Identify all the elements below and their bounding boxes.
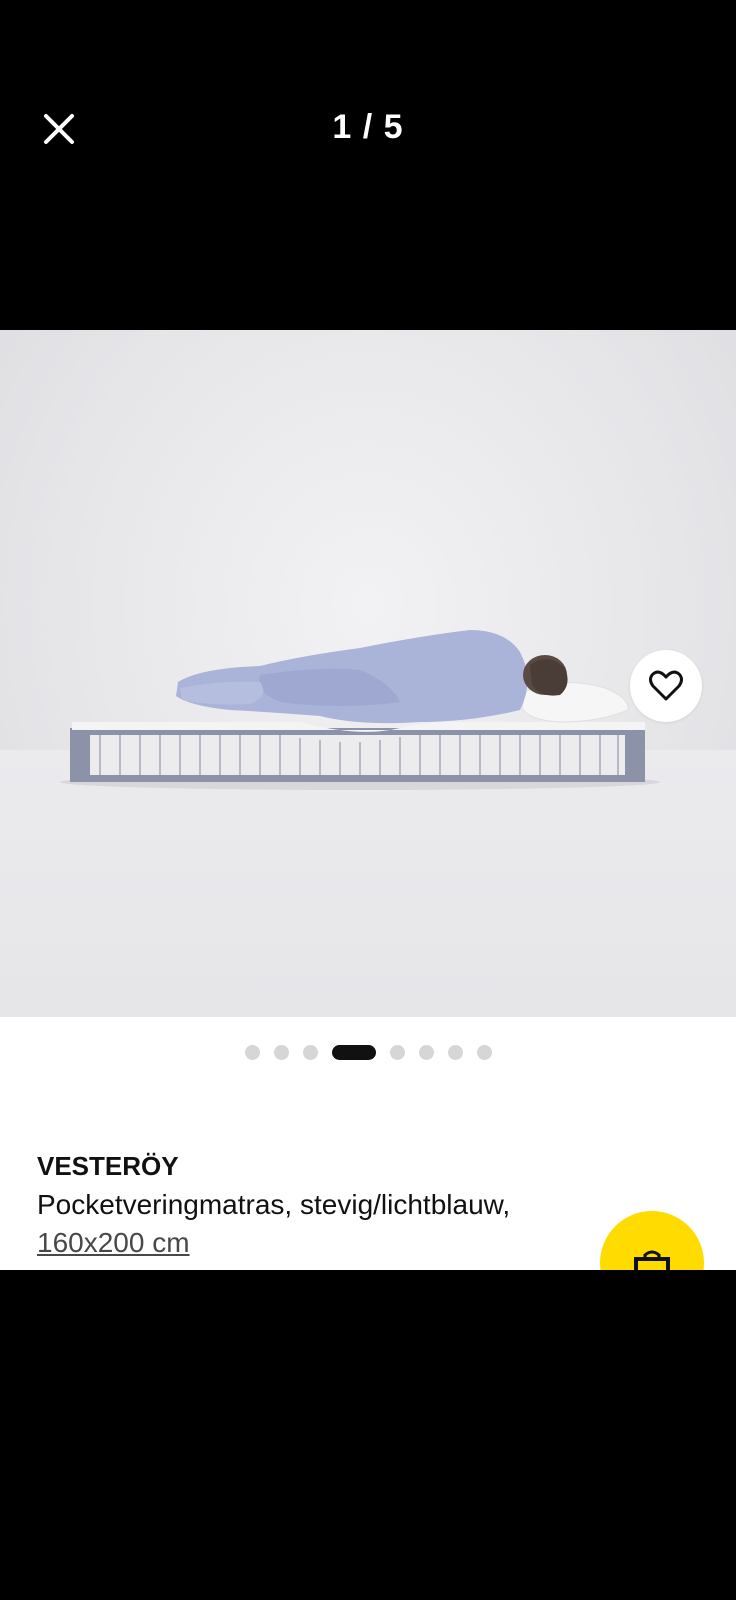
product-image-gallery[interactable] <box>0 330 736 1017</box>
pagination-dot[interactable] <box>447 1045 463 1060</box>
bottom-blank-area <box>0 1270 736 1600</box>
pagination-dot[interactable] <box>476 1045 492 1060</box>
pagination-dot-active[interactable] <box>331 1045 376 1060</box>
product-description: Pocketveringmatras, stevig/lichtblauw, <box>37 1189 511 1220</box>
pagination-dot[interactable] <box>244 1045 260 1060</box>
product-size-link[interactable]: 160x200 cm <box>37 1227 190 1259</box>
product-image <box>60 630 660 790</box>
image-counter: 1 / 5 <box>332 108 404 146</box>
product-name: VESTERÖY <box>37 1151 179 1181</box>
pagination-dot[interactable] <box>273 1045 289 1060</box>
pagination-dot[interactable] <box>389 1045 405 1060</box>
add-to-cart-button[interactable] <box>600 1211 704 1270</box>
carousel-pagination[interactable] <box>0 1045 736 1060</box>
viewer-header: 1 / 5 <box>0 0 736 330</box>
favorite-button[interactable] <box>630 650 702 722</box>
product-info-panel: VESTERÖY Pocketveringmatras, stevig/lich… <box>0 1017 736 1270</box>
pagination-dot[interactable] <box>418 1045 434 1060</box>
shopping-bag-icon <box>634 1250 670 1270</box>
heart-icon <box>649 670 683 701</box>
pagination-dot[interactable] <box>302 1045 318 1060</box>
